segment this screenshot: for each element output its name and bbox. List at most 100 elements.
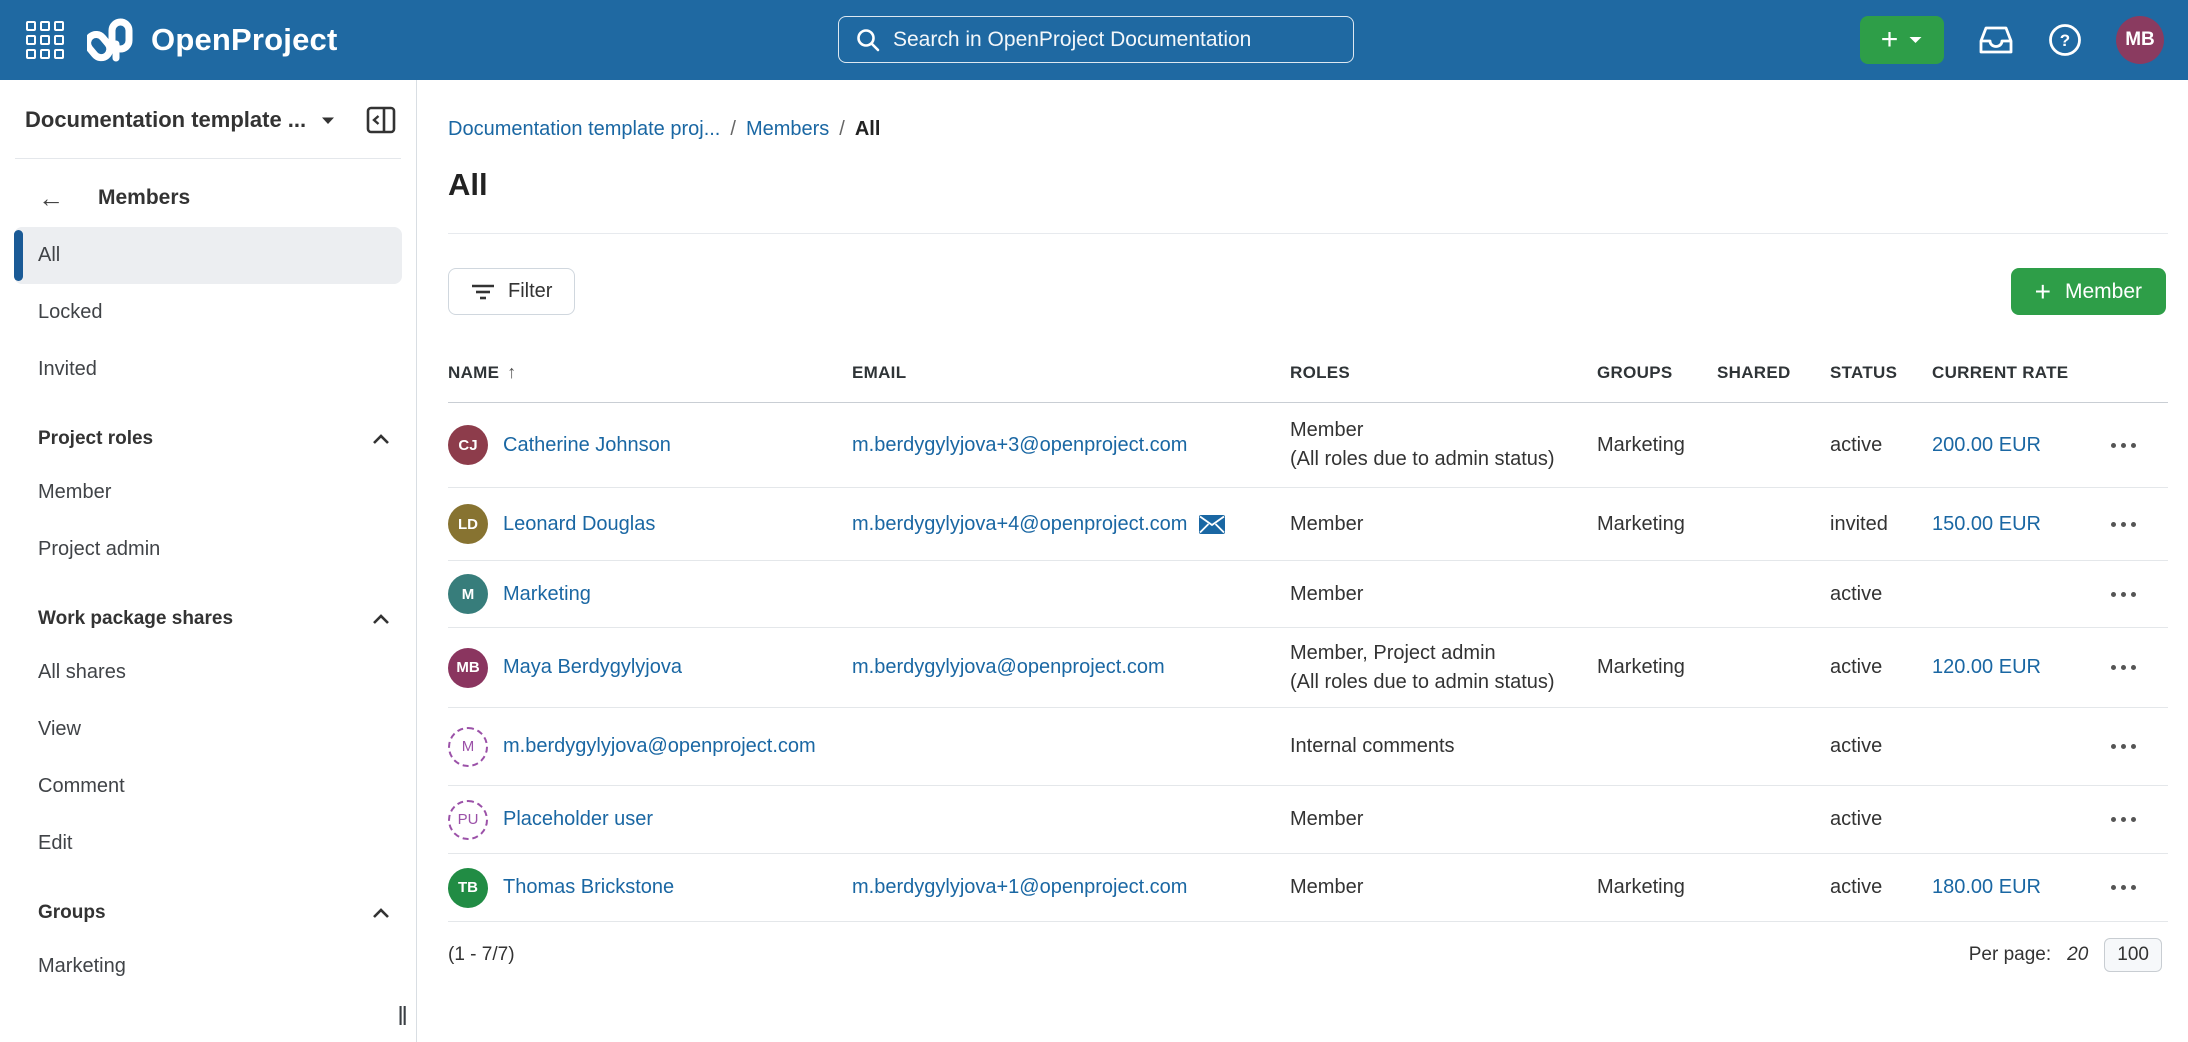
svg-text:?: ? [2060,31,2070,50]
global-add-button[interactable]: + [1860,16,1944,64]
page-title: All [448,167,2168,203]
member-email-link[interactable]: m.berdygylyjova+4@openproject.com [852,513,1187,536]
section-title: Groups [38,902,106,924]
sidebar-section-title: Members [98,186,190,210]
chevron-up-icon[interactable] [372,434,390,445]
member-status: active [1830,876,1932,899]
breadcrumb-project-link[interactable]: Documentation template proj... [448,118,720,141]
per-page-option-100[interactable]: 100 [2104,938,2162,972]
plus-icon: + [1881,25,1899,55]
filter-button[interactable]: Filter [448,268,575,315]
column-header-shared[interactable]: SHARED [1717,363,1830,383]
sidebar-item-comment[interactable]: Comment [14,758,402,815]
sidebar-item-invited[interactable]: Invited [14,341,402,398]
openproject-logo[interactable]: OpenProject [87,18,338,62]
placeholder-avatar: PU [448,800,488,840]
sidebar-nav: All Locked Invited Project roles Member … [0,227,416,995]
more-actions-icon[interactable] [2105,659,2142,676]
table-row: TB Thomas Brickstone m.berdygylyjova+1@o… [448,854,2168,922]
add-member-button[interactable]: + Member [2011,268,2166,315]
global-search[interactable] [838,16,1354,63]
member-roles: Member [1290,583,1597,606]
chevron-up-icon[interactable] [372,908,390,919]
notifications-inbox-icon[interactable] [1978,24,2014,56]
sidebar-members-header: ← Members [0,169,416,227]
sidebar-item-edit[interactable]: Edit [14,815,402,872]
member-name-link[interactable]: Marketing [503,583,591,606]
plus-icon: + [2035,278,2051,306]
sidebar-item-project-admin[interactable]: Project admin [14,521,402,578]
top-header: OpenProject + ? [0,0,2188,80]
back-arrow-icon[interactable]: ← [38,185,64,211]
column-header-email[interactable]: EMAIL [852,363,1290,383]
table-header: NAME ↑ EMAIL ROLES GROUPS SHARED STATUS … [448,343,2168,403]
member-rate-link[interactable]: 180.00 EUR [1932,876,2041,898]
section-title: Work package shares [38,608,233,630]
openproject-logo-mark [87,18,139,62]
member-email-link[interactable]: m.berdygylyjova@openproject.com [852,656,1165,679]
member-groups: Marketing [1597,876,1717,899]
member-email-link[interactable]: m.berdygylyjova+3@openproject.com [852,434,1187,457]
sidebar-item-locked[interactable]: Locked [14,284,402,341]
member-status: invited [1830,513,1932,536]
help-icon[interactable]: ? [2048,23,2082,57]
add-member-label: Member [2065,280,2142,304]
table-row: M m.berdygylyjova@openproject.com Intern… [448,708,2168,786]
member-name-link[interactable]: Thomas Brickstone [503,876,674,899]
breadcrumb-members-link[interactable]: Members [746,118,829,141]
collapse-sidebar-icon[interactable] [366,106,396,134]
breadcrumb-current: All [855,118,881,141]
sidebar-item-view[interactable]: View [14,701,402,758]
column-header-status[interactable]: STATUS [1830,363,1932,383]
sidebar-item-marketing[interactable]: Marketing [14,938,402,995]
member-groups: Marketing [1597,513,1717,536]
sidebar-section-work-package-shares: Work package shares [14,594,402,644]
sidebar-resize-handle[interactable]: ‖ [397,1001,410,1032]
member-name-link[interactable]: Placeholder user [503,808,653,831]
sidebar: Documentation template ... ← Members All… [0,80,417,1042]
more-actions-icon[interactable] [2105,738,2142,755]
column-header-roles[interactable]: ROLES [1290,363,1597,383]
sidebar-divider [15,158,401,159]
member-name-link[interactable]: m.berdygylyjova@openproject.com [503,735,816,758]
more-actions-icon[interactable] [2105,586,2142,603]
column-header-current-rate[interactable]: CURRENT RATE [1932,363,2100,383]
section-title: Project roles [38,428,153,450]
member-status: active [1830,735,1932,758]
member-rate-link[interactable]: 200.00 EUR [1932,434,2041,456]
more-actions-icon[interactable] [2105,516,2142,533]
per-page-option-20[interactable]: 20 [2067,944,2088,966]
breadcrumb-separator: / [730,118,736,141]
more-actions-icon[interactable] [2105,437,2142,454]
chevron-up-icon[interactable] [372,614,390,625]
column-header-groups[interactable]: GROUPS [1597,363,1717,383]
user-avatar[interactable]: MB [2116,16,2164,64]
chevron-down-icon[interactable] [320,115,336,126]
table-row: MB Maya Berdygylyjova m.berdygylyjova@op… [448,628,2168,708]
per-page-control: Per page: 20 100 [1969,938,2162,972]
invited-envelope-icon [1199,515,1225,534]
member-name-link[interactable]: Leonard Douglas [503,513,655,536]
toolbar: Filter + Member [448,268,2168,315]
member-groups: Marketing [1597,656,1717,679]
member-name-link[interactable]: Maya Berdygylyjova [503,656,682,679]
table-row: LD Leonard Douglas m.berdygylyjova+4@ope… [448,488,2168,561]
member-rate-link[interactable]: 150.00 EUR [1932,513,2041,535]
column-header-name[interactable]: NAME ↑ [448,362,852,383]
member-status: active [1830,434,1932,457]
sidebar-item-all[interactable]: All [14,227,402,284]
member-rate-link[interactable]: 120.00 EUR [1932,656,2041,678]
project-selector[interactable]: Documentation template ... [25,107,306,133]
member-name-link[interactable]: Catherine Johnson [503,434,671,457]
sidebar-item-all-shares[interactable]: All shares [14,644,402,701]
member-email-link[interactable]: m.berdygylyjova+1@openproject.com [852,876,1187,899]
sidebar-item-member[interactable]: Member [14,464,402,521]
project-selector-row: Documentation template ... [0,80,416,134]
pagination-range: (1 - 7/7) [448,944,515,966]
member-status: active [1830,583,1932,606]
title-divider [448,233,2168,234]
more-actions-icon[interactable] [2105,811,2142,828]
search-input[interactable] [893,28,1337,52]
apps-grid-icon[interactable] [25,20,65,60]
more-actions-icon[interactable] [2105,879,2142,896]
